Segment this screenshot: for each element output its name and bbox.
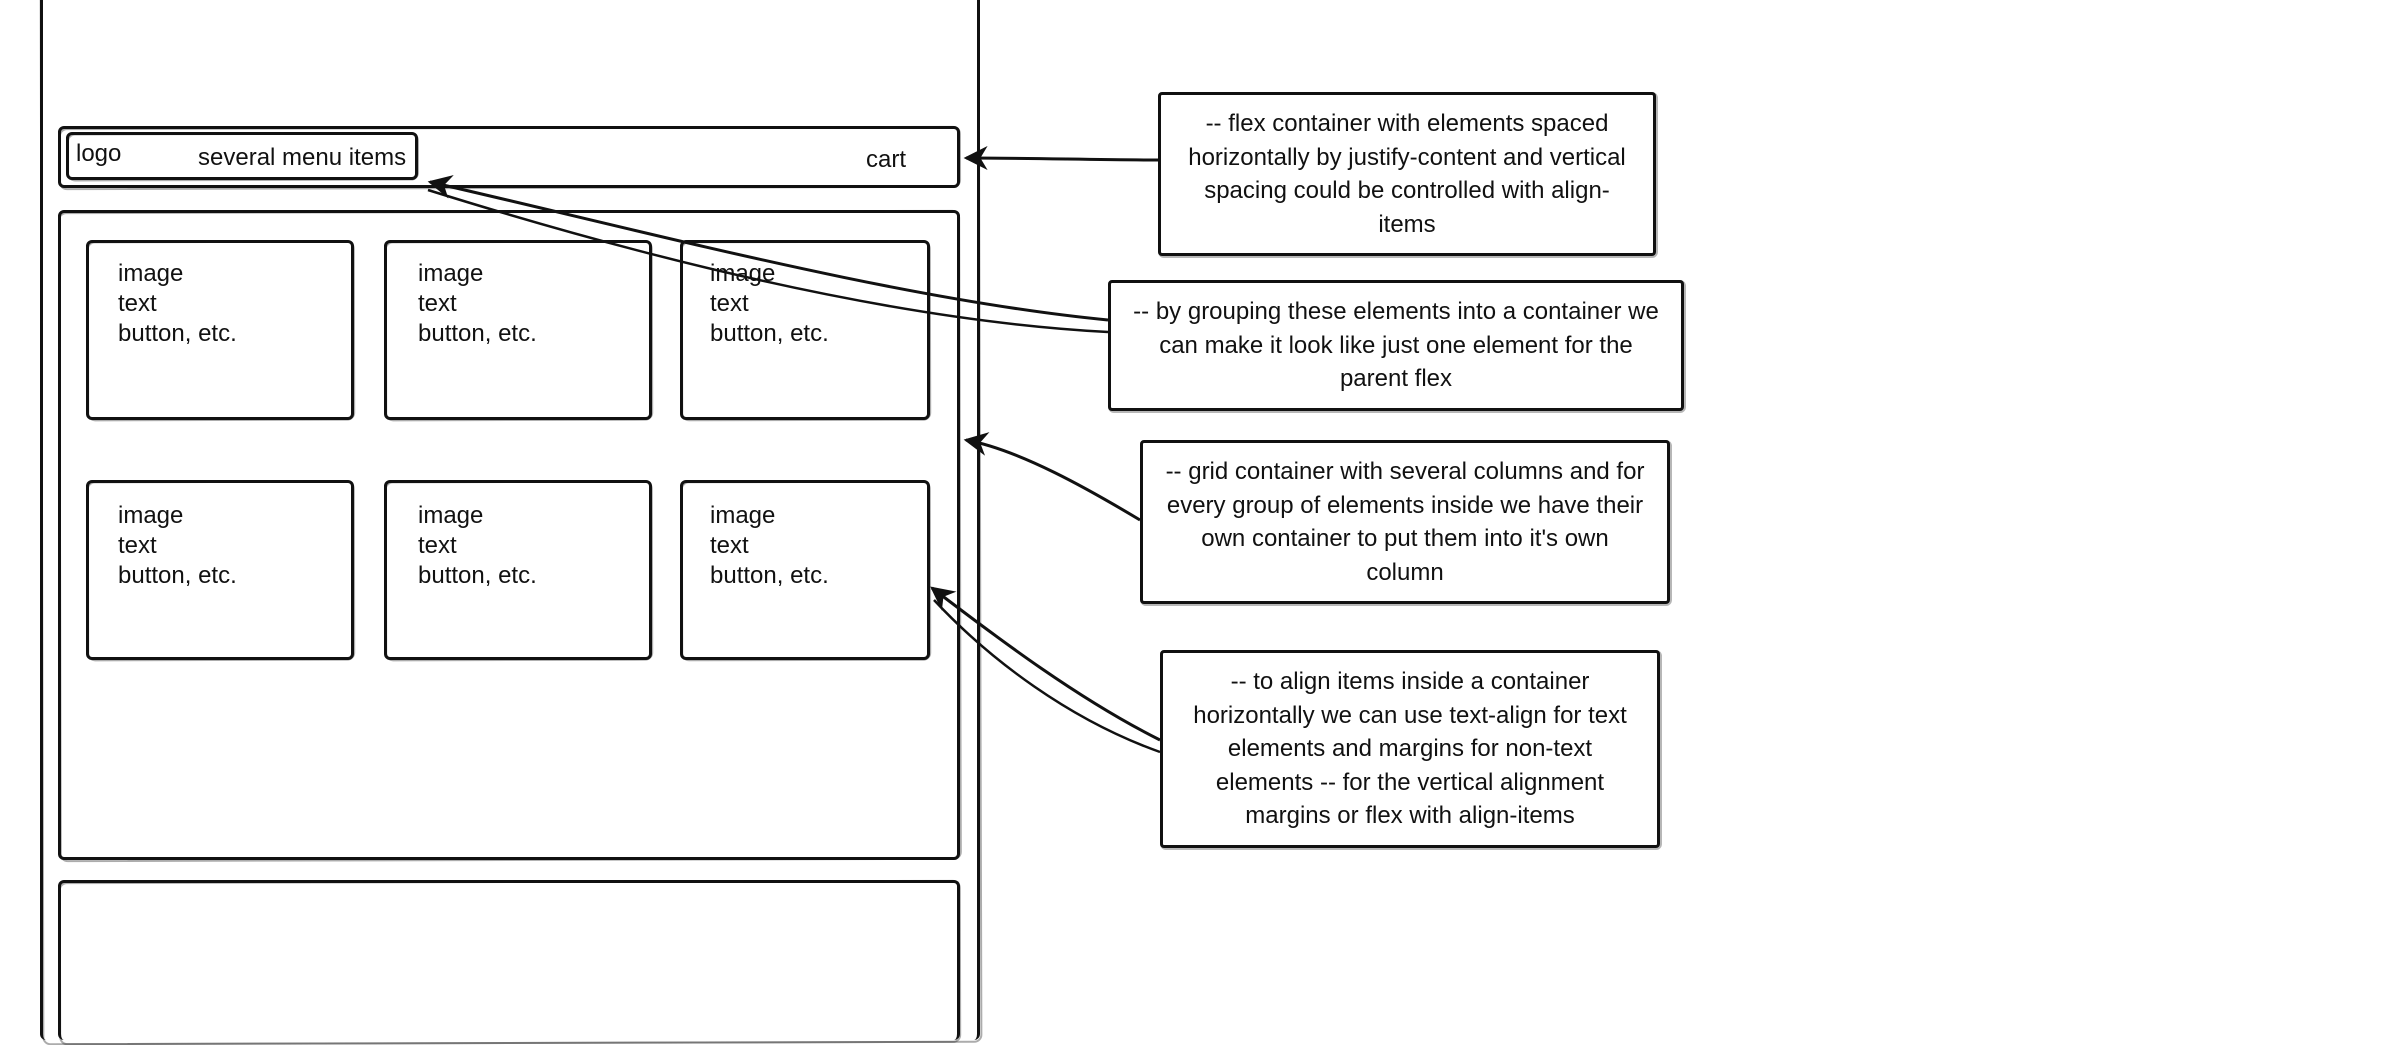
card-line: button, etc. — [118, 560, 237, 592]
logo-label: logo — [76, 138, 121, 170]
card-line: text — [418, 288, 457, 320]
card-line: image — [118, 500, 183, 532]
annotation-grouping: -- by grouping these elements into a con… — [1108, 280, 1684, 411]
cart-label: cart — [866, 144, 906, 176]
card-line: button, etc. — [710, 318, 829, 350]
card-line: text — [118, 288, 157, 320]
card-line: button, etc. — [418, 560, 537, 592]
annotation-grid: -- grid container with several columns a… — [1140, 440, 1670, 604]
card-line: image — [710, 500, 775, 532]
card-line: button, etc. — [710, 560, 829, 592]
card-line: image — [118, 258, 183, 290]
card-line: image — [710, 258, 775, 290]
card-line: text — [418, 530, 457, 562]
wireframe-canvas: logo several menu items cart image text … — [0, 0, 2394, 1038]
card-line: image — [418, 500, 483, 532]
page-footer — [58, 880, 960, 1040]
card-line: text — [710, 288, 749, 320]
annotation-align: -- to align items inside a container hor… — [1160, 650, 1660, 848]
card-line: image — [418, 258, 483, 290]
card-line: text — [710, 530, 749, 562]
menu-items-label: several menu items — [198, 142, 406, 174]
card-line: button, etc. — [418, 318, 537, 350]
card-line: text — [118, 530, 157, 562]
annotation-flex-header: -- flex container with elements spaced h… — [1158, 92, 1656, 256]
card-line: button, etc. — [118, 318, 237, 350]
